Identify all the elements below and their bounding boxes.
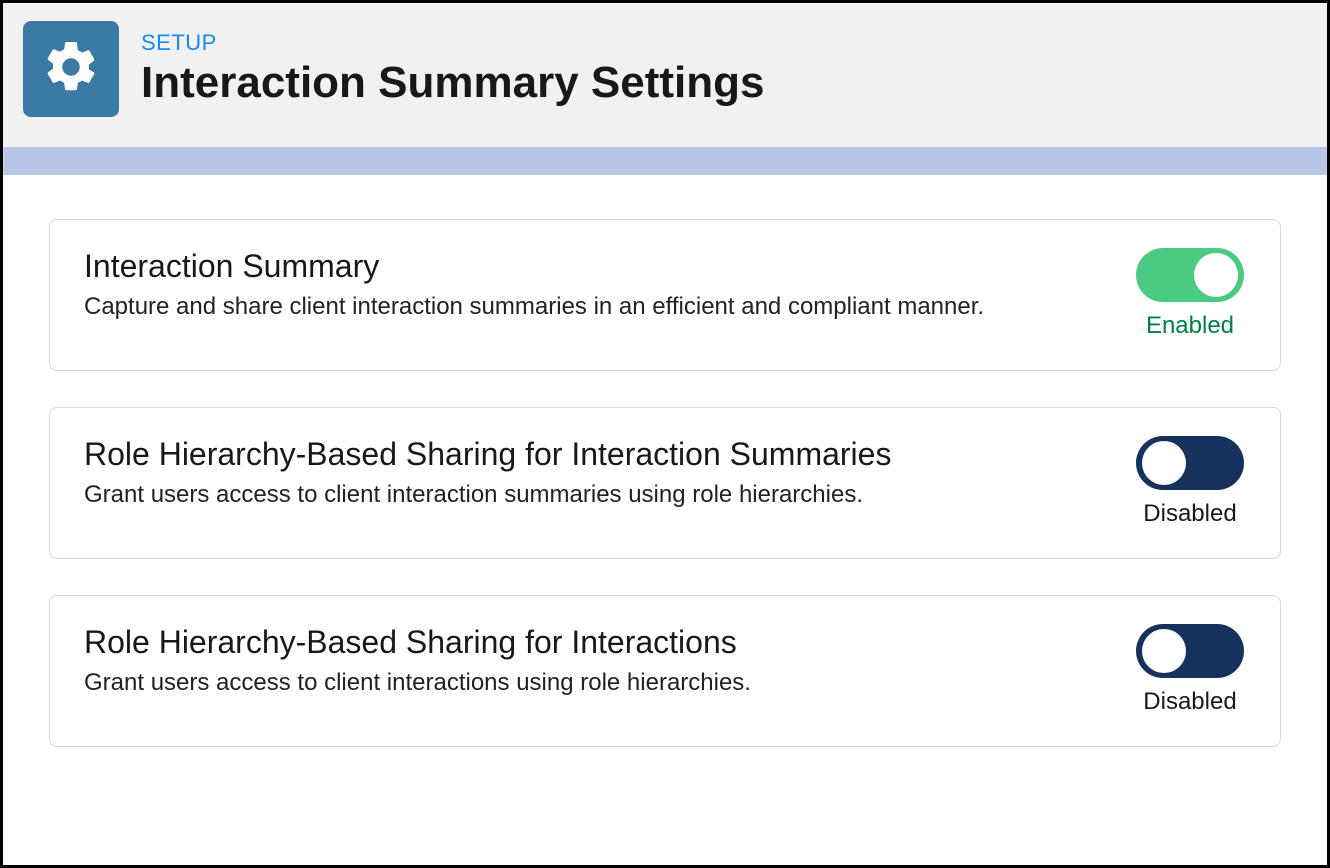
setting-text: Interaction Summary Capture and share cl… bbox=[84, 248, 1094, 323]
setting-card-role-hierarchy-summaries: Role Hierarchy-Based Sharing for Interac… bbox=[49, 407, 1281, 559]
toggle-knob bbox=[1194, 253, 1238, 297]
setting-description: Grant users access to client interaction… bbox=[84, 479, 1094, 511]
setting-toggle-group: Enabled bbox=[1134, 248, 1246, 340]
toggle-status-label: Disabled bbox=[1143, 500, 1236, 528]
gear-icon-box bbox=[23, 21, 119, 117]
header-divider-band bbox=[3, 147, 1327, 175]
setting-description: Capture and share client interaction sum… bbox=[84, 291, 1094, 323]
toggle-status-label: Disabled bbox=[1143, 688, 1236, 716]
setting-card-role-hierarchy-interactions: Role Hierarchy-Based Sharing for Interac… bbox=[49, 595, 1281, 747]
gear-icon bbox=[41, 37, 101, 102]
toggle-knob bbox=[1142, 441, 1186, 485]
setting-card-interaction-summary: Interaction Summary Capture and share cl… bbox=[49, 219, 1281, 371]
page-title: Interaction Summary Settings bbox=[141, 58, 764, 108]
setting-title: Interaction Summary bbox=[84, 248, 1094, 285]
setting-description: Grant users access to client interaction… bbox=[84, 667, 1094, 699]
toggle-status-label: Enabled bbox=[1146, 312, 1234, 340]
setting-toggle-group: Disabled bbox=[1134, 436, 1246, 528]
header-text: SETUP Interaction Summary Settings bbox=[141, 30, 764, 108]
setting-title: Role Hierarchy-Based Sharing for Interac… bbox=[84, 624, 1094, 661]
setting-text: Role Hierarchy-Based Sharing for Interac… bbox=[84, 436, 1094, 511]
settings-content: Interaction Summary Capture and share cl… bbox=[3, 175, 1327, 747]
setting-title: Role Hierarchy-Based Sharing for Interac… bbox=[84, 436, 1094, 473]
toggle-knob bbox=[1142, 629, 1186, 673]
eyebrow-label: SETUP bbox=[141, 30, 764, 56]
setting-text: Role Hierarchy-Based Sharing for Interac… bbox=[84, 624, 1094, 699]
page-header: SETUP Interaction Summary Settings bbox=[3, 3, 1327, 147]
toggle-interaction-summary[interactable] bbox=[1136, 248, 1244, 302]
toggle-role-hierarchy-interactions[interactable] bbox=[1136, 624, 1244, 678]
setting-toggle-group: Disabled bbox=[1134, 624, 1246, 716]
toggle-role-hierarchy-summaries[interactable] bbox=[1136, 436, 1244, 490]
